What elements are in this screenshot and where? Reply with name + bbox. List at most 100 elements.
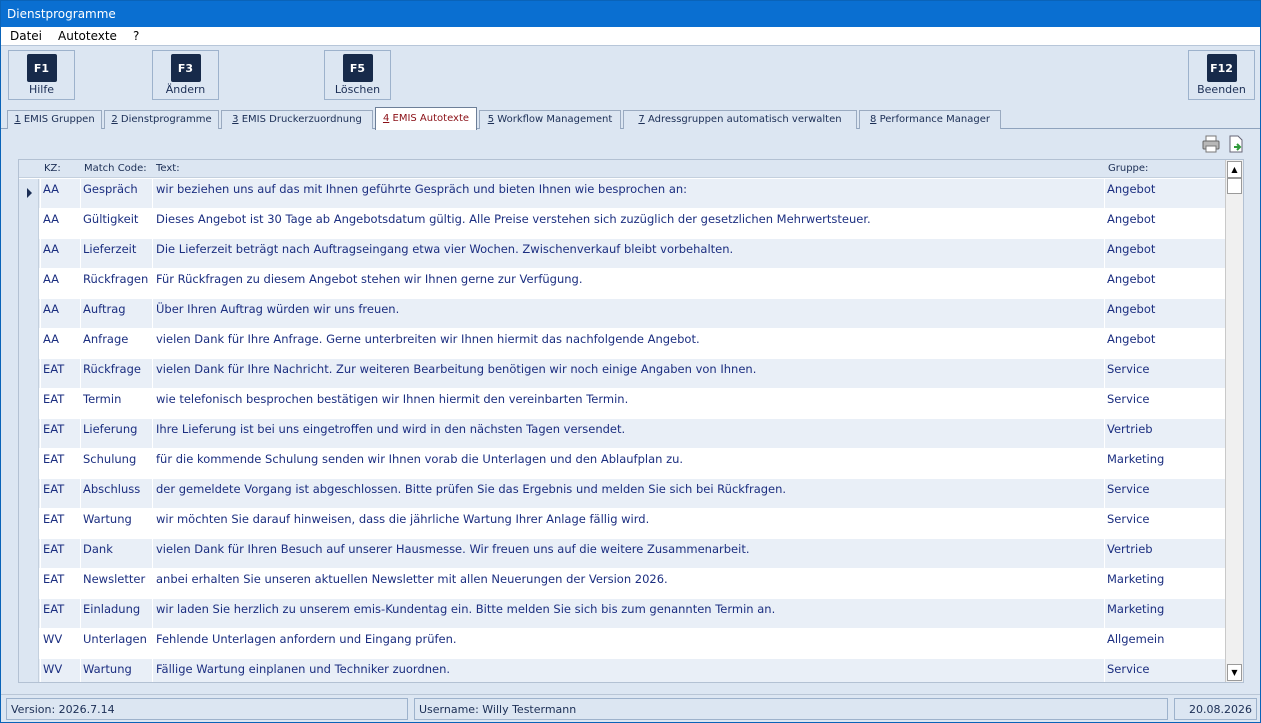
table-row[interactable]: EAT Newsletter anbei erhalten Sie unseren …: [19, 569, 1225, 599]
row-selector[interactable]: [19, 299, 39, 329]
tab-emis-gruppen[interactable]: 1 EMIS Gruppen: [7, 110, 102, 129]
table-row[interactable]: EAT Termin wie telefonisch besprochen best…: [19, 389, 1225, 419]
cell-group: Allgemein: [1107, 632, 1165, 646]
table-row[interactable]: WV Unterlagen Fehlende Unterlagen anforder…: [19, 629, 1225, 659]
table-row[interactable]: EAT Lieferung Ihre Lieferung ist bei uns e…: [19, 419, 1225, 449]
cell-divider: [40, 539, 41, 569]
row-selector[interactable]: [19, 179, 39, 209]
title-bar: Dienstprogramme: [1, 1, 1260, 27]
cell-divider: [152, 209, 153, 239]
row-selector[interactable]: [19, 239, 39, 269]
row-selector[interactable]: [19, 629, 39, 659]
edit-button[interactable]: F3 Ändern: [152, 50, 219, 100]
table-row[interactable]: EAT Abschluss der gemeldete Vorgang ist ab…: [19, 479, 1225, 509]
cell-kz: EAT: [43, 362, 65, 376]
table-row[interactable]: AA Auftrag Über Ihren Auftrag würden wir u…: [19, 299, 1225, 329]
cell-match: Newsletter: [83, 572, 146, 586]
table-row[interactable]: EAT Dank vielen Dank für Ihren Besuch auf …: [19, 539, 1225, 569]
row-selector[interactable]: [19, 269, 39, 299]
col-gruppe[interactable]: Gruppe:: [1108, 160, 1148, 178]
scroll-down-icon[interactable]: ▼: [1227, 664, 1242, 681]
cell-divider: [40, 269, 41, 299]
cell-group: Marketing: [1107, 452, 1165, 466]
cell-divider: [152, 479, 153, 509]
cell-match: Unterlagen: [83, 632, 147, 646]
cell-divider: [1104, 479, 1105, 509]
exit-button[interactable]: F12 Beenden: [1188, 50, 1255, 100]
export-icon[interactable]: [1226, 134, 1246, 154]
cell-text: Dieses Angebot ist 30 Tage ab Angebotsda…: [156, 212, 871, 226]
cell-match: Wartung: [83, 512, 132, 526]
menu-autotexte[interactable]: Autotexte: [49, 27, 124, 46]
col-text[interactable]: Text:: [156, 160, 180, 178]
vertical-scrollbar[interactable]: ▲ ▼: [1225, 160, 1243, 682]
cell-kz: AA: [43, 302, 60, 316]
cell-divider: [152, 509, 153, 539]
cell-divider: [40, 359, 41, 389]
cell-divider: [152, 389, 153, 419]
row-selector[interactable]: [19, 479, 39, 509]
row-selector[interactable]: [19, 389, 39, 419]
cell-divider: [152, 299, 153, 329]
row-selector[interactable]: [19, 359, 39, 389]
cell-divider: [80, 479, 81, 509]
cell-text: Die Lieferzeit beträgt nach Auftragseing…: [156, 242, 734, 256]
cell-kz: EAT: [43, 572, 65, 586]
cell-match: Einladung: [83, 602, 141, 616]
table-row[interactable]: EAT Einladung wir laden Sie herzlich zu un…: [19, 599, 1225, 629]
row-selector[interactable]: [19, 659, 39, 682]
table-row[interactable]: AA Lieferzeit Die Lieferzeit beträgt nach …: [19, 239, 1225, 269]
cell-kz: EAT: [43, 542, 65, 556]
row-selector[interactable]: [19, 209, 39, 239]
table-row[interactable]: AA Anfrage vielen Dank für Ihre Anfrage. G…: [19, 329, 1225, 359]
cell-text: wir beziehen uns auf das mit Ihnen gefüh…: [156, 182, 688, 196]
table-row[interactable]: EAT Schulung für die kommende Schulung sen…: [19, 449, 1225, 479]
cell-group: Service: [1107, 512, 1150, 526]
cell-kz: EAT: [43, 512, 65, 526]
cell-divider: [40, 629, 41, 659]
tab-performance-manager[interactable]: 8 Performance Manager: [859, 110, 1001, 129]
cell-divider: [152, 359, 153, 389]
table-row[interactable]: WV Wartung Fällige Wartung einplanen und T…: [19, 659, 1225, 682]
menu-help[interactable]: ?: [124, 27, 146, 46]
status-username: Username: Willy Testermann: [414, 698, 1168, 720]
cell-kz: EAT: [43, 482, 65, 496]
row-selector[interactable]: [19, 569, 39, 599]
current-row-icon: [27, 188, 32, 198]
tab-workflow-management[interactable]: 5 Workflow Management: [479, 110, 621, 129]
row-selector[interactable]: [19, 599, 39, 629]
cell-divider: [80, 449, 81, 479]
tab-adressgruppen[interactable]: 7 Adressgruppen automatisch verwalten: [623, 110, 857, 129]
table-row[interactable]: AA Gültigkeit Dieses Angebot ist 30 Tage a…: [19, 209, 1225, 239]
cell-divider: [1104, 389, 1105, 419]
cell-kz: EAT: [43, 392, 65, 406]
cell-divider: [152, 659, 153, 682]
printer-icon[interactable]: [1201, 134, 1221, 154]
delete-button[interactable]: F5 Löschen: [324, 50, 391, 100]
cell-divider: [152, 179, 153, 209]
scroll-up-icon[interactable]: ▲: [1227, 161, 1242, 178]
cell-divider: [80, 569, 81, 599]
cell-divider: [40, 449, 41, 479]
tab-dienstprogramme[interactable]: 2 Dienstprogramme: [104, 110, 219, 129]
cell-group: Marketing: [1107, 572, 1165, 586]
col-match-code[interactable]: Match Code:: [84, 160, 147, 178]
table-row[interactable]: EAT Wartung wir möchten Sie darauf hinweis…: [19, 509, 1225, 539]
row-selector[interactable]: [19, 329, 39, 359]
cell-kz: AA: [43, 182, 60, 196]
table-row[interactable]: AA Gespräch wir beziehen uns auf das mit I…: [19, 179, 1225, 209]
table-row[interactable]: EAT Rückfrage vielen Dank für Ihre Nachric…: [19, 359, 1225, 389]
row-selector[interactable]: [19, 449, 39, 479]
tab-emis-autotexte[interactable]: 4 EMIS Autotexte: [375, 107, 477, 130]
row-selector[interactable]: [19, 509, 39, 539]
row-selector[interactable]: [19, 539, 39, 569]
menu-datei[interactable]: Datei: [1, 27, 49, 46]
cell-match: Gespräch: [83, 182, 138, 196]
row-selector[interactable]: [19, 419, 39, 449]
tab-druckerzuordnung[interactable]: 3 EMIS Druckerzuordnung: [221, 110, 373, 129]
table-row[interactable]: AA Rückfragen Für Rückfragen zu diesem Ang…: [19, 269, 1225, 299]
scroll-thumb[interactable]: [1227, 178, 1242, 194]
cell-match: Dank: [83, 542, 113, 556]
col-kz[interactable]: KZ:: [44, 160, 61, 178]
help-button[interactable]: F1 Hilfe: [8, 50, 75, 100]
